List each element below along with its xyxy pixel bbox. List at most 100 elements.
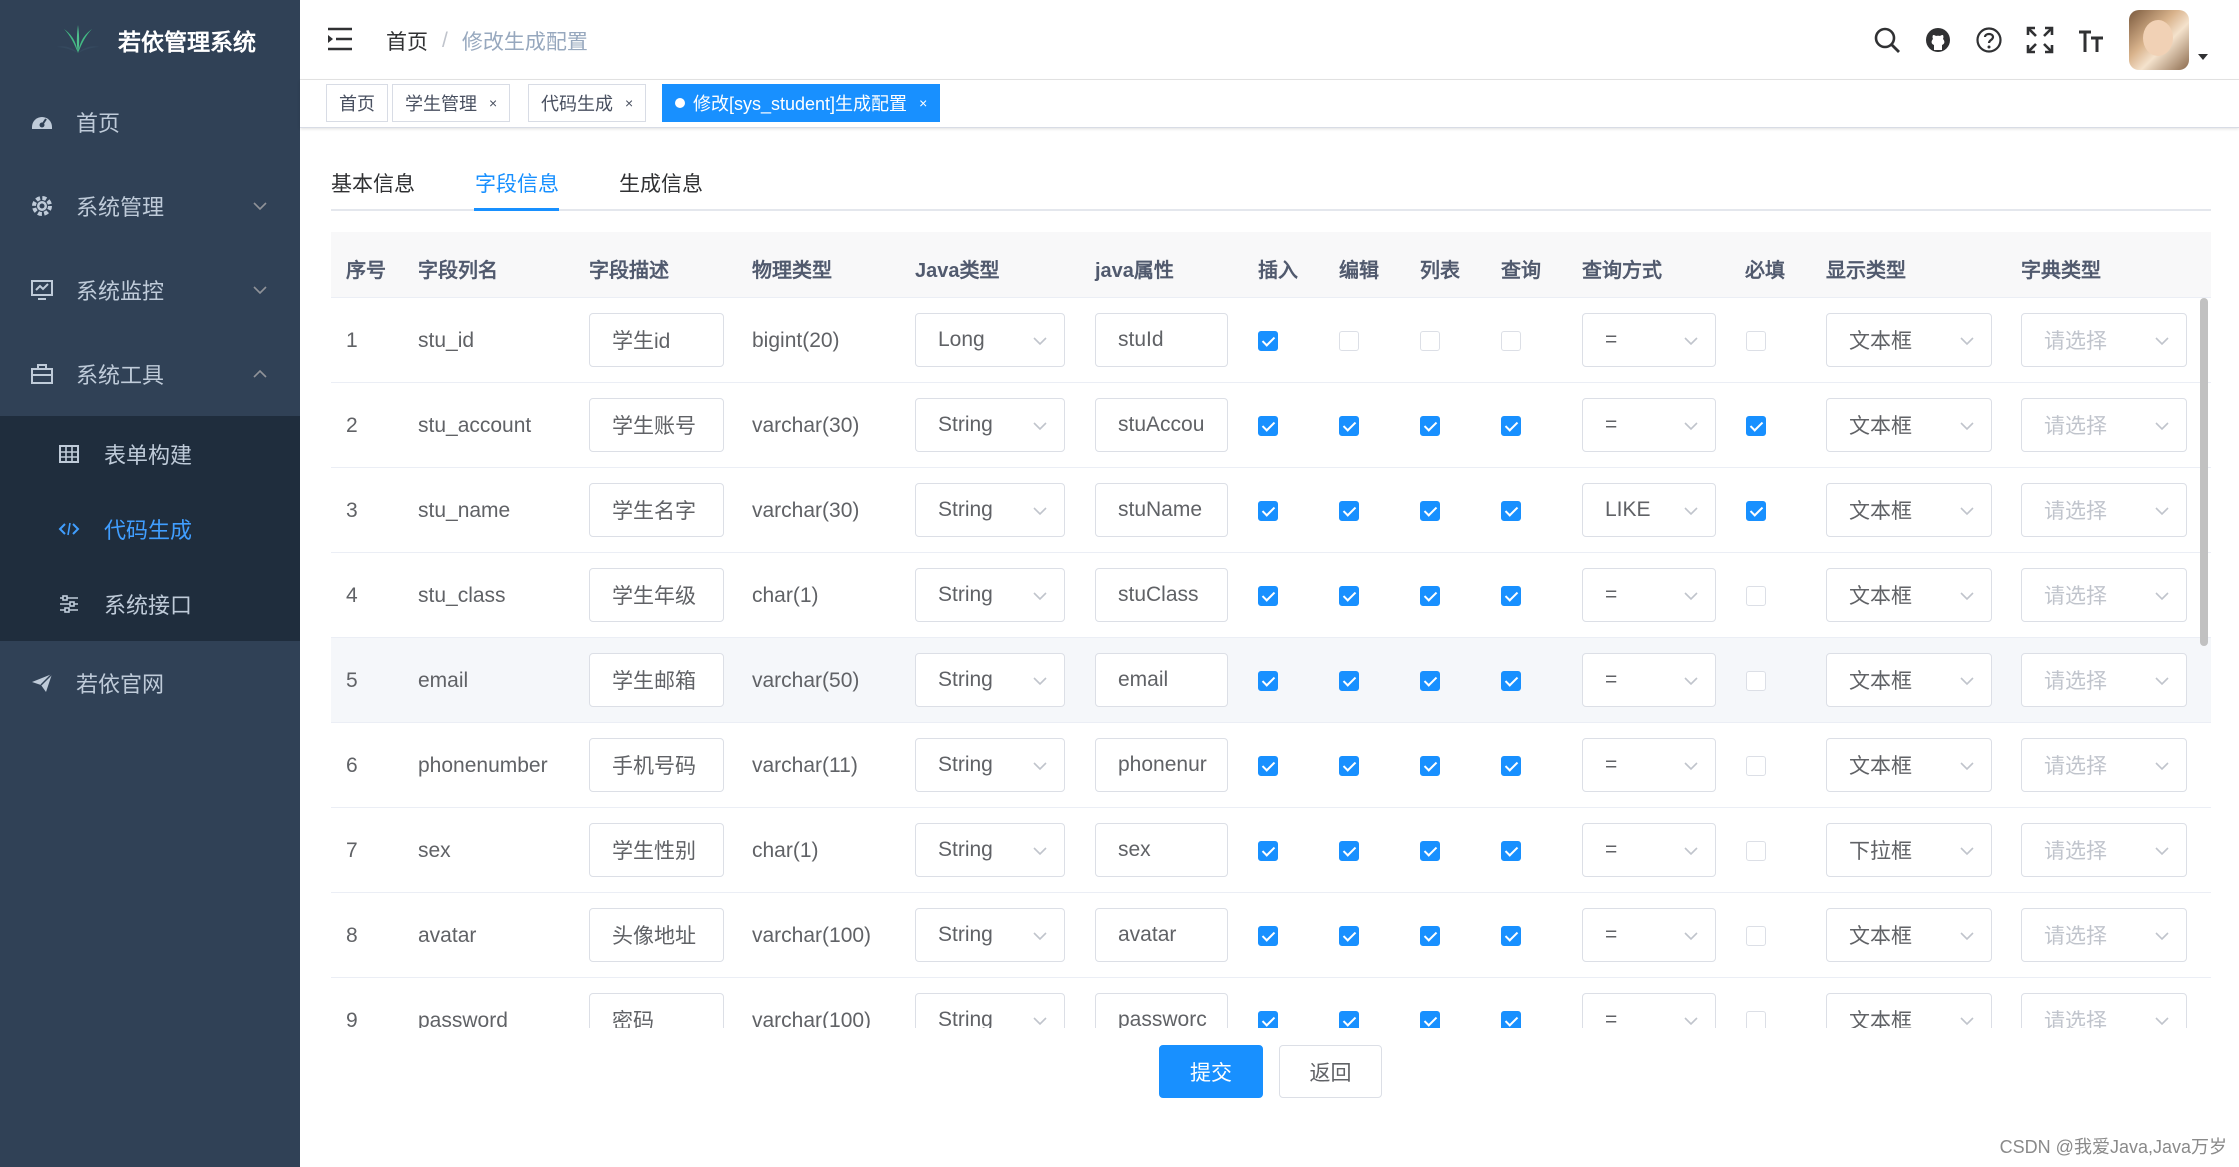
java-attr-input[interactable]: email (1095, 653, 1228, 707)
display-type-select[interactable]: 文本框 (1826, 993, 1992, 1028)
dict-type-select[interactable]: 请选择 (2021, 993, 2187, 1028)
query-checkbox[interactable] (1501, 331, 1521, 351)
query-type-select[interactable]: = (1582, 653, 1716, 707)
dict-type-select[interactable]: 请选择 (2021, 313, 2187, 367)
query-type-select[interactable]: = (1582, 313, 1716, 367)
hamburger-icon[interactable] (326, 26, 354, 52)
sidebar-item-tools[interactable]: 系统工具 (0, 332, 300, 416)
query-checkbox[interactable] (1501, 756, 1521, 776)
required-checkbox[interactable] (1746, 416, 1766, 436)
query-checkbox[interactable] (1501, 586, 1521, 606)
insert-checkbox[interactable] (1258, 586, 1278, 606)
tab-field-info[interactable]: 字段信息 (475, 168, 559, 198)
field-desc-input[interactable]: 手机号码 (589, 738, 724, 792)
edit-checkbox[interactable] (1339, 416, 1359, 436)
list-checkbox[interactable] (1420, 1011, 1440, 1028)
java-attr-input[interactable]: sex (1095, 823, 1228, 877)
tab-gen-info[interactable]: 生成信息 (619, 168, 703, 198)
java-type-select[interactable]: String (915, 823, 1065, 877)
github-icon[interactable] (1923, 25, 1953, 55)
display-type-select[interactable]: 文本框 (1826, 653, 1992, 707)
display-type-select[interactable]: 文本框 (1826, 908, 1992, 962)
query-type-select[interactable]: LIKE (1582, 483, 1716, 537)
java-attr-input[interactable]: phonenur (1095, 738, 1228, 792)
edit-checkbox[interactable] (1339, 501, 1359, 521)
field-desc-input[interactable]: 学生年级 (589, 568, 724, 622)
sidebar-item-code-gen[interactable]: 代码生成 (0, 491, 300, 566)
sidebar-item-form-build[interactable]: 表单构建 (0, 416, 300, 491)
tag-edit-gen-config[interactable]: 修改[sys_student]生成配置 × (662, 84, 941, 122)
required-checkbox[interactable] (1746, 586, 1766, 606)
edit-checkbox[interactable] (1339, 671, 1359, 691)
list-checkbox[interactable] (1420, 756, 1440, 776)
tag-student-manage[interactable]: 学生管理 × (392, 84, 511, 122)
display-type-select[interactable]: 文本框 (1826, 313, 1992, 367)
query-type-select[interactable]: = (1582, 908, 1716, 962)
query-checkbox[interactable] (1501, 841, 1521, 861)
dict-type-select[interactable]: 请选择 (2021, 908, 2187, 962)
fullscreen-icon[interactable] (2025, 25, 2055, 55)
font-size-icon[interactable] (2076, 25, 2106, 55)
insert-checkbox[interactable] (1258, 416, 1278, 436)
edit-checkbox[interactable] (1339, 841, 1359, 861)
sidebar-item-home[interactable]: 首页 (0, 80, 300, 164)
insert-checkbox[interactable] (1258, 926, 1278, 946)
list-checkbox[interactable] (1420, 501, 1440, 521)
java-attr-input[interactable]: stuId (1095, 313, 1228, 367)
required-checkbox[interactable] (1746, 756, 1766, 776)
required-checkbox[interactable] (1746, 671, 1766, 691)
field-desc-input[interactable]: 学生id (589, 313, 724, 367)
query-type-select[interactable]: = (1582, 993, 1716, 1028)
query-checkbox[interactable] (1501, 501, 1521, 521)
field-desc-input[interactable]: 学生账号 (589, 398, 724, 452)
display-type-select[interactable]: 文本框 (1826, 568, 1992, 622)
java-attr-input[interactable]: stuName (1095, 483, 1228, 537)
java-type-select[interactable]: String (915, 483, 1065, 537)
java-type-select[interactable]: String (915, 398, 1065, 452)
java-attr-input[interactable]: passworc (1095, 993, 1228, 1028)
field-desc-input[interactable]: 学生名字 (589, 483, 724, 537)
insert-checkbox[interactable] (1258, 841, 1278, 861)
query-checkbox[interactable] (1501, 416, 1521, 436)
display-type-select[interactable]: 文本框 (1826, 398, 1992, 452)
insert-checkbox[interactable] (1258, 331, 1278, 351)
sidebar-item-monitor[interactable]: 系统监控 (0, 248, 300, 332)
sidebar-item-api[interactable]: 系统接口 (0, 566, 300, 641)
required-checkbox[interactable] (1746, 501, 1766, 521)
query-type-select[interactable]: = (1582, 738, 1716, 792)
edit-checkbox[interactable] (1339, 756, 1359, 776)
query-checkbox[interactable] (1501, 1011, 1521, 1028)
java-attr-input[interactable]: stuAccou (1095, 398, 1228, 452)
java-type-select[interactable]: String (915, 993, 1065, 1028)
tag-home[interactable]: 首页 (326, 84, 388, 122)
java-attr-input[interactable]: avatar (1095, 908, 1228, 962)
dict-type-select[interactable]: 请选择 (2021, 653, 2187, 707)
close-icon[interactable]: × (489, 95, 497, 111)
dict-type-select[interactable]: 请选择 (2021, 483, 2187, 537)
edit-checkbox[interactable] (1339, 331, 1359, 351)
list-checkbox[interactable] (1420, 586, 1440, 606)
required-checkbox[interactable] (1746, 331, 1766, 351)
query-type-select[interactable]: = (1582, 398, 1716, 452)
list-checkbox[interactable] (1420, 671, 1440, 691)
dict-type-select[interactable]: 请选择 (2021, 823, 2187, 877)
java-type-select[interactable]: String (915, 908, 1065, 962)
dict-type-select[interactable]: 请选择 (2021, 398, 2187, 452)
java-attr-input[interactable]: stuClass (1095, 568, 1228, 622)
field-desc-input[interactable]: 学生邮箱 (589, 653, 724, 707)
display-type-select[interactable]: 下拉框 (1826, 823, 1992, 877)
insert-checkbox[interactable] (1258, 501, 1278, 521)
search-icon[interactable] (1872, 25, 1902, 55)
query-type-select[interactable]: = (1582, 823, 1716, 877)
query-type-select[interactable]: = (1582, 568, 1716, 622)
avatar[interactable] (2129, 10, 2189, 70)
edit-checkbox[interactable] (1339, 586, 1359, 606)
edit-checkbox[interactable] (1339, 926, 1359, 946)
display-type-select[interactable]: 文本框 (1826, 738, 1992, 792)
tab-basic-info[interactable]: 基本信息 (331, 168, 415, 198)
field-desc-input[interactable]: 密码 (589, 993, 724, 1028)
insert-checkbox[interactable] (1258, 756, 1278, 776)
java-type-select[interactable]: Long (915, 313, 1065, 367)
query-checkbox[interactable] (1501, 926, 1521, 946)
required-checkbox[interactable] (1746, 1011, 1766, 1028)
